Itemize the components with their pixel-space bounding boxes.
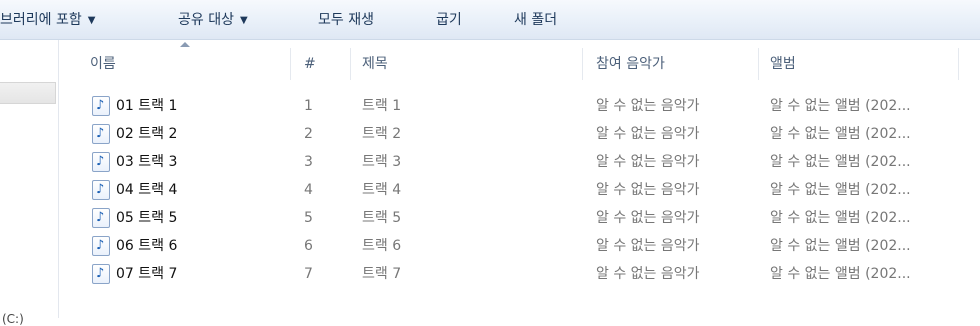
file-name: 05 트랙 5 (116, 210, 178, 226)
track-album: 알 수 없는 앨범 (202... (770, 154, 911, 170)
command-bar: 브러리에 포함 ▼ 공유 대상 ▼ 모두 재생 굽기 새 폴더 (0, 0, 980, 40)
burn-button[interactable]: 굽기 (436, 10, 462, 30)
share-with-button[interactable]: 공유 대상 ▼ (178, 10, 248, 30)
new-folder-label: 새 폴더 (514, 12, 558, 28)
include-in-library-label: 브러리에 포함 (0, 12, 82, 28)
file-name: 02 트랙 2 (116, 126, 178, 142)
navigation-pane: (C:) (0, 40, 59, 326)
name-cell: 05 트랙 5 (90, 205, 290, 231)
track-number: 7 (304, 266, 313, 282)
file-row[interactable]: 06 트랙 6 6 트랙 6 알 수 없는 음악가 알 수 없는 앨범 (202… (90, 233, 980, 259)
music-file-icon (92, 124, 110, 144)
column-header-album[interactable]: 앨범 (770, 44, 950, 84)
track-number: 4 (304, 182, 313, 198)
file-row[interactable]: 01 트랙 1 1 트랙 1 알 수 없는 음악가 알 수 없는 앨범 (202… (90, 93, 980, 119)
file-name: 01 트랙 1 (116, 98, 178, 114)
name-cell: 02 트랙 2 (90, 121, 290, 147)
column-divider[interactable] (290, 48, 291, 80)
track-number: 2 (304, 126, 313, 142)
file-row[interactable]: 02 트랙 2 2 트랙 2 알 수 없는 음악가 알 수 없는 앨범 (202… (90, 121, 980, 147)
music-file-icon (92, 264, 110, 284)
track-title: 트랙 5 (362, 210, 402, 226)
play-all-button[interactable]: 모두 재생 (318, 10, 374, 30)
name-cell: 01 트랙 1 (90, 93, 290, 119)
file-row[interactable]: 03 트랙 3 3 트랙 3 알 수 없는 음악가 알 수 없는 앨범 (202… (90, 149, 980, 175)
track-artist: 알 수 없는 음악가 (596, 266, 700, 282)
column-divider[interactable] (582, 48, 583, 80)
track-artist: 알 수 없는 음악가 (596, 210, 700, 226)
column-header-artist[interactable]: 참여 음악가 (596, 44, 746, 84)
track-number: 1 (304, 98, 313, 114)
file-name: 03 트랙 3 (116, 154, 178, 170)
track-number: 6 (304, 238, 313, 254)
chevron-down-icon: ▼ (87, 15, 96, 26)
track-title: 트랙 7 (362, 266, 402, 282)
burn-label: 굽기 (436, 12, 462, 28)
file-name: 07 트랙 7 (116, 266, 178, 282)
nav-drive-c[interactable]: (C:) (2, 312, 24, 326)
name-cell: 06 트랙 6 (90, 233, 290, 259)
track-album: 알 수 없는 앨범 (202... (770, 182, 911, 198)
share-with-label: 공유 대상 (178, 12, 234, 28)
track-artist: 알 수 없는 음악가 (596, 154, 700, 170)
file-row[interactable]: 07 트랙 7 7 트랙 7 알 수 없는 음악가 알 수 없는 앨범 (202… (90, 261, 980, 287)
track-title: 트랙 3 (362, 154, 402, 170)
column-divider[interactable] (958, 48, 959, 80)
music-file-icon (92, 96, 110, 116)
track-album: 알 수 없는 앨범 (202... (770, 210, 911, 226)
file-name: 06 트랙 6 (116, 238, 178, 254)
name-cell: 04 트랙 4 (90, 177, 290, 203)
column-header-title[interactable]: 제목 (362, 44, 562, 84)
track-title: 트랙 4 (362, 182, 402, 198)
track-number: 3 (304, 154, 313, 170)
music-file-icon (92, 180, 110, 200)
column-divider[interactable] (350, 48, 351, 80)
track-number: 5 (304, 210, 313, 226)
track-album: 알 수 없는 앨범 (202... (770, 126, 911, 142)
track-artist: 알 수 없는 음악가 (596, 98, 700, 114)
track-album: 알 수 없는 앨범 (202... (770, 238, 911, 254)
music-file-icon (92, 208, 110, 228)
music-file-icon (92, 236, 110, 256)
track-artist: 알 수 없는 음악가 (596, 126, 700, 142)
track-title: 트랙 6 (362, 238, 402, 254)
track-title: 트랙 2 (362, 126, 402, 142)
name-cell: 07 트랙 7 (90, 261, 290, 287)
column-divider[interactable] (758, 48, 759, 80)
name-cell: 03 트랙 3 (90, 149, 290, 175)
file-row[interactable]: 05 트랙 5 5 트랙 5 알 수 없는 음악가 알 수 없는 앨범 (202… (90, 205, 980, 231)
track-artist: 알 수 없는 음악가 (596, 238, 700, 254)
chevron-down-icon: ▼ (239, 15, 248, 26)
include-in-library-button[interactable]: 브러리에 포함 ▼ (0, 10, 95, 30)
nav-selected-item[interactable] (0, 82, 56, 104)
music-file-icon (92, 152, 110, 172)
track-artist: 알 수 없는 음악가 (596, 182, 700, 198)
new-folder-button[interactable]: 새 폴더 (514, 10, 557, 30)
track-album: 알 수 없는 앨범 (202... (770, 266, 911, 282)
file-row[interactable]: 04 트랙 4 4 트랙 4 알 수 없는 음악가 알 수 없는 앨범 (202… (90, 177, 980, 203)
file-name: 04 트랙 4 (116, 182, 178, 198)
column-header-name[interactable]: 이름 (90, 44, 290, 84)
track-album: 알 수 없는 앨범 (202... (770, 98, 911, 114)
column-header-number[interactable]: # (304, 44, 344, 84)
track-title: 트랙 1 (362, 98, 402, 114)
play-all-label: 모두 재생 (318, 12, 374, 28)
